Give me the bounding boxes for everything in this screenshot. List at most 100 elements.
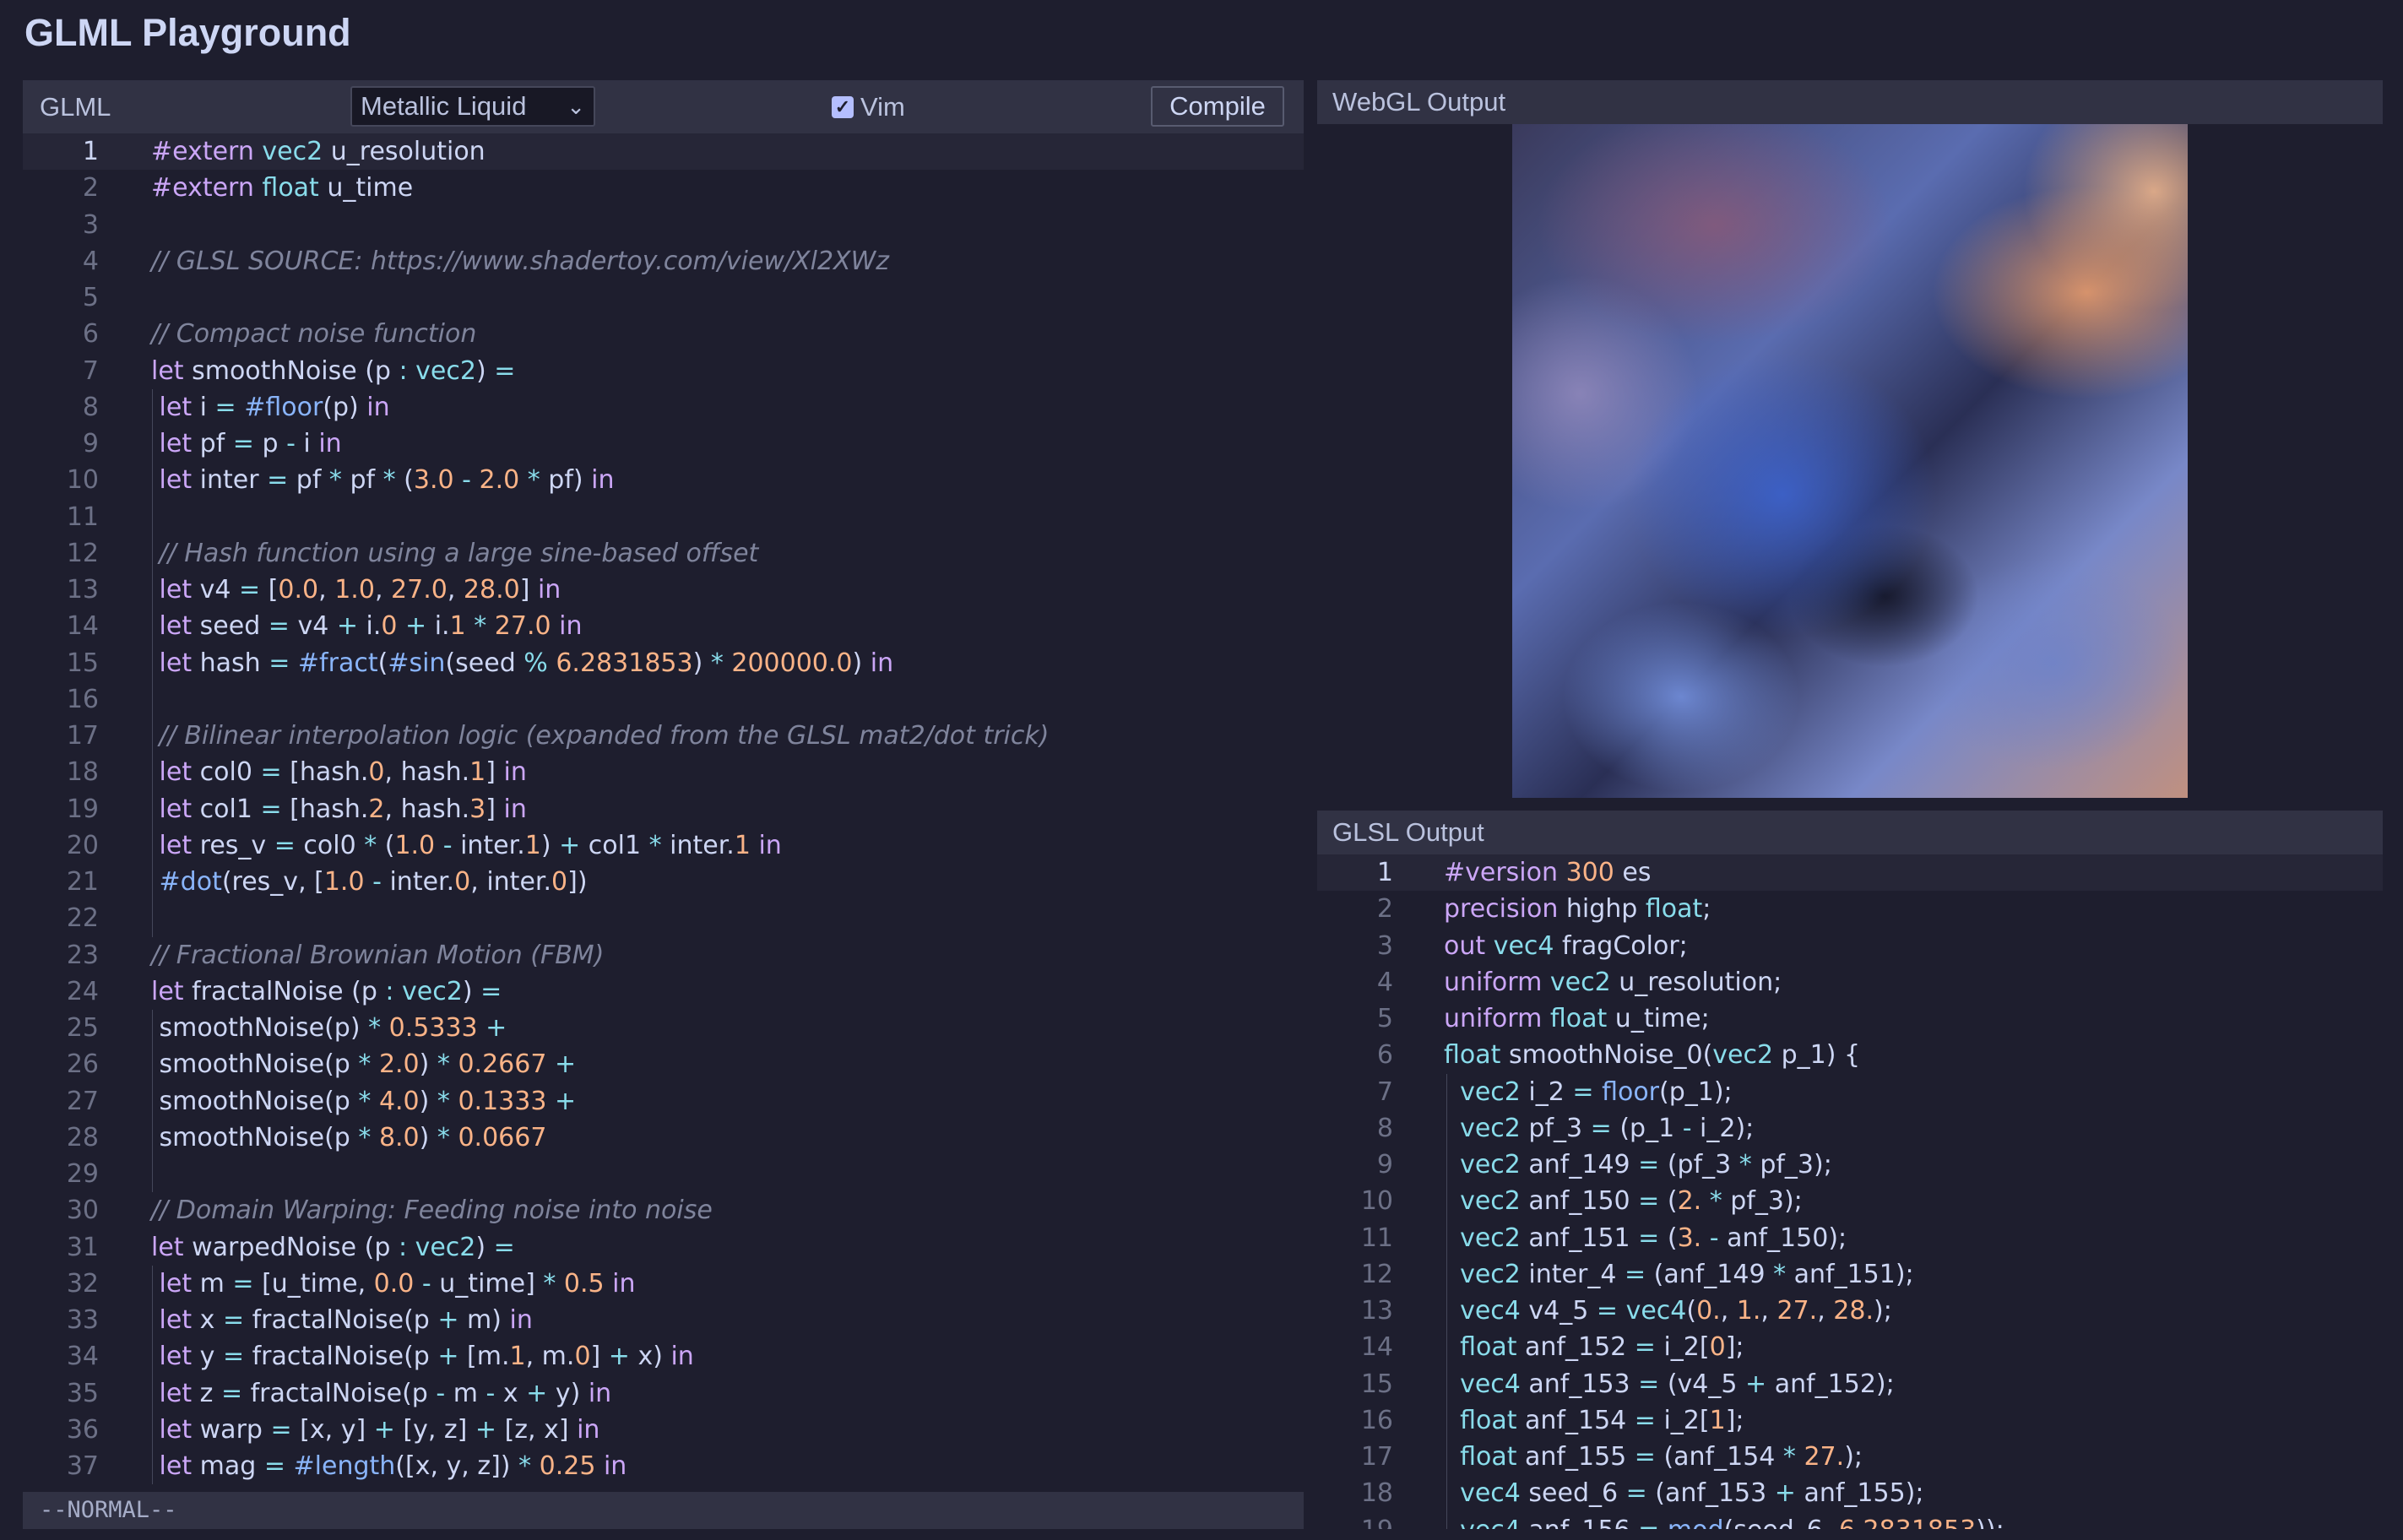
code-line[interactable]: 23 // Fractional Brownian Motion (FBM) — [23, 937, 1304, 973]
code-line[interactable]: 29 — [23, 1156, 1304, 1192]
code-line[interactable]: 14 float anf_152 = i_2[0]; — [1317, 1329, 2383, 1365]
webgl-canvas[interactable] — [1512, 124, 2188, 798]
code-line[interactable]: 16 — [23, 681, 1304, 718]
code-line[interactable]: 1 #extern vec2 u_resolution — [23, 133, 1304, 171]
code-line[interactable]: 28 smoothNoise(p * 8.0) * 0.0667 — [23, 1120, 1304, 1156]
code-token: uniform — [1444, 1004, 1543, 1033]
code-text: let hash = #fract(#sin(seed % 6.2831853)… — [151, 645, 894, 681]
line-number: 18 — [66, 757, 99, 788]
code-token: (anf_154 — [1655, 1442, 1783, 1472]
code-line[interactable]: 11 — [23, 499, 1304, 535]
code-line[interactable]: 17 // Bilinear interpolation logic (expa… — [23, 718, 1304, 754]
code-line[interactable]: 18 let col0 = [hash.0, hash.1] in — [23, 754, 1304, 790]
code-line[interactable]: 5 uniform float u_time; — [1317, 1000, 2383, 1037]
example-select[interactable]: Metallic Liquid ⌄ — [350, 86, 595, 127]
code-line[interactable]: 15 vec4 anf_153 = (v4_5 + anf_152); — [1317, 1366, 2383, 1402]
code-token: let — [159, 392, 193, 422]
code-line[interactable]: 12 vec2 inter_4 = (anf_149 * anf_151); — [1317, 1256, 2383, 1293]
line-number: 29 — [66, 1159, 99, 1189]
line-number: 7 — [1376, 1076, 1393, 1107]
code-token: float — [1460, 1332, 1517, 1363]
vim-checkbox[interactable]: ✓ — [832, 95, 854, 118]
code-token: [x, y] — [291, 1414, 374, 1445]
code-line[interactable]: 9 let pf = p - i in — [23, 426, 1304, 462]
code-token: let — [159, 1305, 193, 1335]
code-line[interactable]: 27 smoothNoise(p * 4.0) * 0.1333 + — [23, 1083, 1304, 1120]
code-line[interactable]: 1 #version 300 es — [1317, 854, 2383, 892]
code-line[interactable]: 8 vec2 pf_3 = (p_1 - i_2); — [1317, 1110, 2383, 1147]
code-token: 3.0 — [413, 465, 454, 496]
code-line[interactable]: 33 let x = fractalNoise(p + m) in — [23, 1302, 1304, 1338]
code-line[interactable]: 6 // Compact noise function — [23, 316, 1304, 352]
code-token: smoothNoise(p) — [151, 1013, 369, 1043]
code-line[interactable]: 37 let mag = #length([x, y, z]) * 0.25 i… — [23, 1448, 1304, 1484]
code-text: let y = fractalNoise(p + [m.1, m.0] + x)… — [151, 1338, 694, 1375]
code-line[interactable]: 13 vec4 v4_5 = vec4(0., 1., 27., 28.); — [1317, 1293, 2383, 1329]
code-token: pf_3); — [1722, 1186, 1803, 1217]
code-line[interactable]: 21 #dot(res_v, [1.0 - inter.0, inter.0]) — [23, 864, 1304, 900]
code-line[interactable]: 2 #extern float u_time — [23, 170, 1304, 206]
vim-toggle[interactable]: ✓ Vim — [832, 80, 905, 133]
code-token: let — [159, 1414, 193, 1445]
code-line[interactable]: 35 let z = fractalNoise(p - m - x + y) i… — [23, 1375, 1304, 1412]
code-line[interactable]: 10 vec2 anf_150 = (2. * pf_3); — [1317, 1183, 2383, 1219]
glsl-code-view[interactable]: 1 #version 300 es 2 precision highp float; 3… — [1317, 854, 2383, 1529]
code-line[interactable]: 4 // GLSL SOURCE: https://www.shadertoy.c… — [23, 243, 1304, 279]
code-line[interactable]: 26 smoothNoise(p * 2.0) * 0.2667 + — [23, 1046, 1304, 1082]
code-line[interactable]: 3 — [23, 207, 1304, 243]
line-number: 5 — [82, 283, 99, 312]
code-line[interactable]: 16 float anf_154 = i_2[1]; — [1317, 1402, 2383, 1439]
code-line[interactable]: 36 let warp = [x, y] + [y, z] + [z, x] i… — [23, 1412, 1304, 1448]
compile-button[interactable]: Compile — [1151, 86, 1284, 127]
code-line[interactable]: 20 let res_v = col0 * (1.0 - inter.1) + … — [23, 827, 1304, 864]
code-line[interactable]: 13 let v4 = [0.0, 1.0, 27.0, 28.0] in — [23, 572, 1304, 608]
code-line[interactable]: 4 uniform vec2 u_resolution; — [1317, 964, 2383, 1000]
code-line[interactable]: 5 — [23, 279, 1304, 316]
code-token: res_v — [192, 830, 274, 860]
code-line[interactable]: 3 out vec4 fragColor; — [1317, 928, 2383, 964]
code-line[interactable]: 34 let y = fractalNoise(p + [m.1, m.0] +… — [23, 1338, 1304, 1375]
code-token: 0.5333 — [388, 1013, 478, 1043]
code-text: vec2 anf_149 = (pf_3 * pf_3); — [1444, 1147, 1832, 1183]
code-line[interactable]: 31 let warpedNoise (p : vec2) = — [23, 1229, 1304, 1266]
code-line[interactable]: 19 let col1 = [hash.2, hash.3] in — [23, 791, 1304, 827]
code-token: // Bilinear interpolation logic (expande… — [159, 721, 1050, 751]
code-line[interactable]: 9 vec2 anf_149 = (pf_3 * pf_3); — [1317, 1147, 2383, 1183]
code-token: in — [870, 648, 894, 678]
code-line[interactable]: 24 let fractalNoise (p : vec2) = — [23, 973, 1304, 1010]
code-line[interactable]: 15 let hash = #fract(#sin(seed % 6.28318… — [23, 645, 1304, 681]
code-token: #extern — [151, 137, 254, 166]
code-line[interactable]: 14 let seed = v4 + i.0 + i.1 * 27.0 in — [23, 608, 1304, 644]
code-line[interactable]: 25 smoothNoise(p) * 0.5333 + — [23, 1010, 1304, 1046]
code-line[interactable]: 7 vec2 i_2 = floor(p_1); — [1317, 1074, 2383, 1110]
code-token: let — [159, 429, 193, 458]
code-line[interactable]: 11 vec2 anf_151 = (3. - anf_150); — [1317, 1220, 2383, 1256]
code-token: [y, z] — [394, 1414, 475, 1445]
code-line[interactable]: 30 // Domain Warping: Feeding noise into … — [23, 1192, 1304, 1228]
code-line[interactable]: 8 let i = #floor(p) in — [23, 389, 1304, 426]
line-number: 17 — [66, 721, 99, 751]
code-line[interactable]: 6 float smoothNoise_0(vec2 p_1) { — [1317, 1037, 2383, 1073]
code-editor[interactable]: 1 #extern vec2 u_resolution 2 #extern float… — [23, 133, 1304, 1488]
code-token: ) — [475, 355, 495, 386]
code-token: fragColor; — [1554, 930, 1688, 961]
code-line[interactable]: 10 let inter = pf * pf * (3.0 - 2.0 * pf… — [23, 462, 1304, 498]
code-line[interactable]: 17 float anf_155 = (anf_154 * 27.); — [1317, 1439, 2383, 1475]
code-token: - — [485, 1378, 496, 1408]
code-line[interactable]: 12 // Hash function using a large sine-b… — [23, 535, 1304, 572]
code-line[interactable]: 18 vec4 seed_6 = (anf_153 + anf_155); — [1317, 1475, 2383, 1511]
code-line[interactable]: 32 let m = [u_time, 0.0 - u_time] * 0.5 … — [23, 1266, 1304, 1302]
code-line[interactable]: 7 let smoothNoise (p : vec2) = — [23, 353, 1304, 389]
code-line[interactable]: 22 — [23, 900, 1304, 936]
code-token: col1 — [192, 794, 261, 824]
code-token: smoothNoise_0( — [1500, 1040, 1713, 1071]
code-line[interactable]: 19 vec4 anf_156 = mod(seed_6, 6.2831853)… — [1317, 1512, 2383, 1530]
code-token: = — [214, 392, 236, 422]
code-line[interactable]: 2 precision highp float; — [1317, 891, 2383, 927]
code-token: let — [159, 1268, 193, 1299]
